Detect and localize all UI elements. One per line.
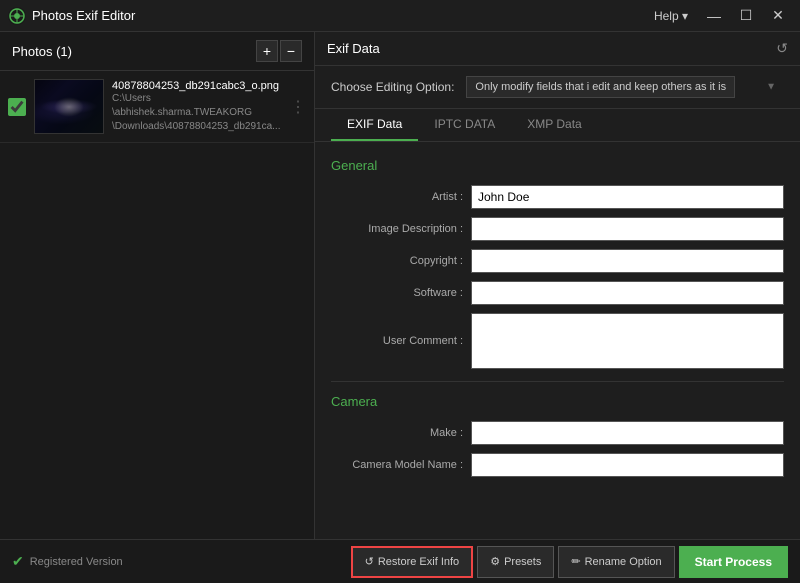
start-process-button[interactable]: Start Process bbox=[679, 546, 788, 578]
editing-option-select[interactable]: Only modify fields that i edit and keep … bbox=[466, 76, 735, 98]
maximize-button[interactable]: ☐ bbox=[732, 4, 760, 28]
section-divider bbox=[331, 381, 784, 382]
copyright-row: Copyright : bbox=[331, 249, 784, 273]
make-input[interactable] bbox=[471, 421, 784, 445]
bottom-bar: ✔ Registered Version ↺ Restore Exif Info… bbox=[0, 539, 800, 583]
minimize-button[interactable]: — bbox=[700, 4, 728, 28]
presets-icon: ⚙ bbox=[490, 555, 500, 568]
editing-option-wrapper: Only modify fields that i edit and keep … bbox=[466, 76, 784, 98]
camera-model-row: Camera Model Name : bbox=[331, 453, 784, 477]
help-button[interactable]: Help ▾ bbox=[646, 7, 696, 25]
galaxy-preview bbox=[35, 80, 103, 133]
presets-button[interactable]: ⚙ Presets bbox=[477, 546, 554, 578]
app-title: Photos Exif Editor bbox=[32, 8, 135, 23]
image-description-input[interactable] bbox=[471, 217, 784, 241]
photos-buttons: + − bbox=[256, 40, 302, 62]
registered-version: ✔ Registered Version bbox=[12, 553, 123, 570]
image-description-label: Image Description : bbox=[331, 223, 471, 235]
registered-icon: ✔ bbox=[12, 553, 24, 570]
rename-label: Rename Option bbox=[585, 556, 662, 568]
camera-model-input[interactable] bbox=[471, 453, 784, 477]
photo-info: 40878804253_db291cabc3_o.png C:\Users \a… bbox=[112, 80, 282, 134]
start-label: Start Process bbox=[695, 555, 772, 569]
exif-header: Exif Data ↺ bbox=[315, 32, 800, 66]
remove-photo-button[interactable]: − bbox=[280, 40, 302, 62]
artist-row: Artist : bbox=[331, 185, 784, 209]
copyright-input[interactable] bbox=[471, 249, 784, 273]
right-panel: Exif Data ↺ Choose Editing Option: Only … bbox=[315, 32, 800, 539]
restore-label: Restore Exif Info bbox=[378, 556, 459, 568]
app-icon bbox=[8, 7, 26, 25]
rename-icon: ✏ bbox=[571, 555, 580, 568]
camera-model-label: Camera Model Name : bbox=[331, 459, 471, 471]
editing-option-label: Choose Editing Option: bbox=[331, 80, 454, 94]
image-description-row: Image Description : bbox=[331, 217, 784, 241]
user-comment-label: User Comment : bbox=[331, 335, 471, 347]
registered-label: Registered Version bbox=[30, 556, 123, 568]
software-input[interactable] bbox=[471, 281, 784, 305]
title-bar-left: Photos Exif Editor bbox=[8, 7, 135, 25]
presets-label: Presets bbox=[504, 556, 541, 568]
artist-input[interactable] bbox=[471, 185, 784, 209]
artist-label: Artist : bbox=[331, 191, 471, 203]
photos-header: Photos (1) + − bbox=[0, 32, 314, 71]
rename-option-button[interactable]: ✏ Rename Option bbox=[558, 546, 674, 578]
title-bar-controls: Help ▾ — ☐ ✕ bbox=[646, 4, 792, 28]
form-content: General Artist : Image Description : Cop… bbox=[315, 142, 800, 539]
photo-name: 40878804253_db291cabc3_o.png bbox=[112, 80, 282, 92]
make-row: Make : bbox=[331, 421, 784, 445]
general-section-title: General bbox=[331, 158, 784, 173]
left-panel: Photos (1) + − 40878804253_db291cabc3_o.… bbox=[0, 32, 315, 539]
bottom-actions: ↺ Restore Exif Info ⚙ Presets ✏ Rename O… bbox=[351, 546, 788, 578]
software-row: Software : bbox=[331, 281, 784, 305]
restore-exif-button[interactable]: ↺ Restore Exif Info bbox=[351, 546, 474, 578]
tabs-bar: EXIF Data IPTC DATA XMP Data bbox=[315, 109, 800, 142]
close-button[interactable]: ✕ bbox=[764, 4, 792, 28]
photo-item[interactable]: 40878804253_db291cabc3_o.png C:\Users \a… bbox=[0, 71, 314, 143]
user-comment-textarea[interactable] bbox=[471, 313, 784, 369]
restore-icon: ↺ bbox=[365, 555, 374, 568]
photo-checkbox[interactable] bbox=[8, 98, 26, 116]
select-arrow-icon: ▼ bbox=[766, 82, 776, 93]
refresh-button[interactable]: ↺ bbox=[776, 40, 788, 57]
software-label: Software : bbox=[331, 287, 471, 299]
photo-path: C:\Users \abhishek.sharma.TWEAKORG \Down… bbox=[112, 92, 282, 134]
photos-title: Photos (1) bbox=[12, 44, 72, 59]
camera-section-title: Camera bbox=[331, 394, 784, 409]
drag-handle[interactable]: ⋮ bbox=[290, 97, 306, 117]
title-bar: Photos Exif Editor Help ▾ — ☐ ✕ bbox=[0, 0, 800, 32]
editing-option-bar: Choose Editing Option: Only modify field… bbox=[315, 66, 800, 109]
user-comment-row: User Comment : bbox=[331, 313, 784, 369]
exif-title: Exif Data bbox=[327, 41, 380, 56]
tab-iptc-data[interactable]: IPTC DATA bbox=[418, 109, 511, 141]
copyright-label: Copyright : bbox=[331, 255, 471, 267]
tab-exif-data[interactable]: EXIF Data bbox=[331, 109, 418, 141]
add-photo-button[interactable]: + bbox=[256, 40, 278, 62]
make-label: Make : bbox=[331, 427, 471, 439]
photo-thumbnail bbox=[34, 79, 104, 134]
tab-xmp-data[interactable]: XMP Data bbox=[511, 109, 597, 141]
main-layout: Photos (1) + − 40878804253_db291cabc3_o.… bbox=[0, 32, 800, 539]
